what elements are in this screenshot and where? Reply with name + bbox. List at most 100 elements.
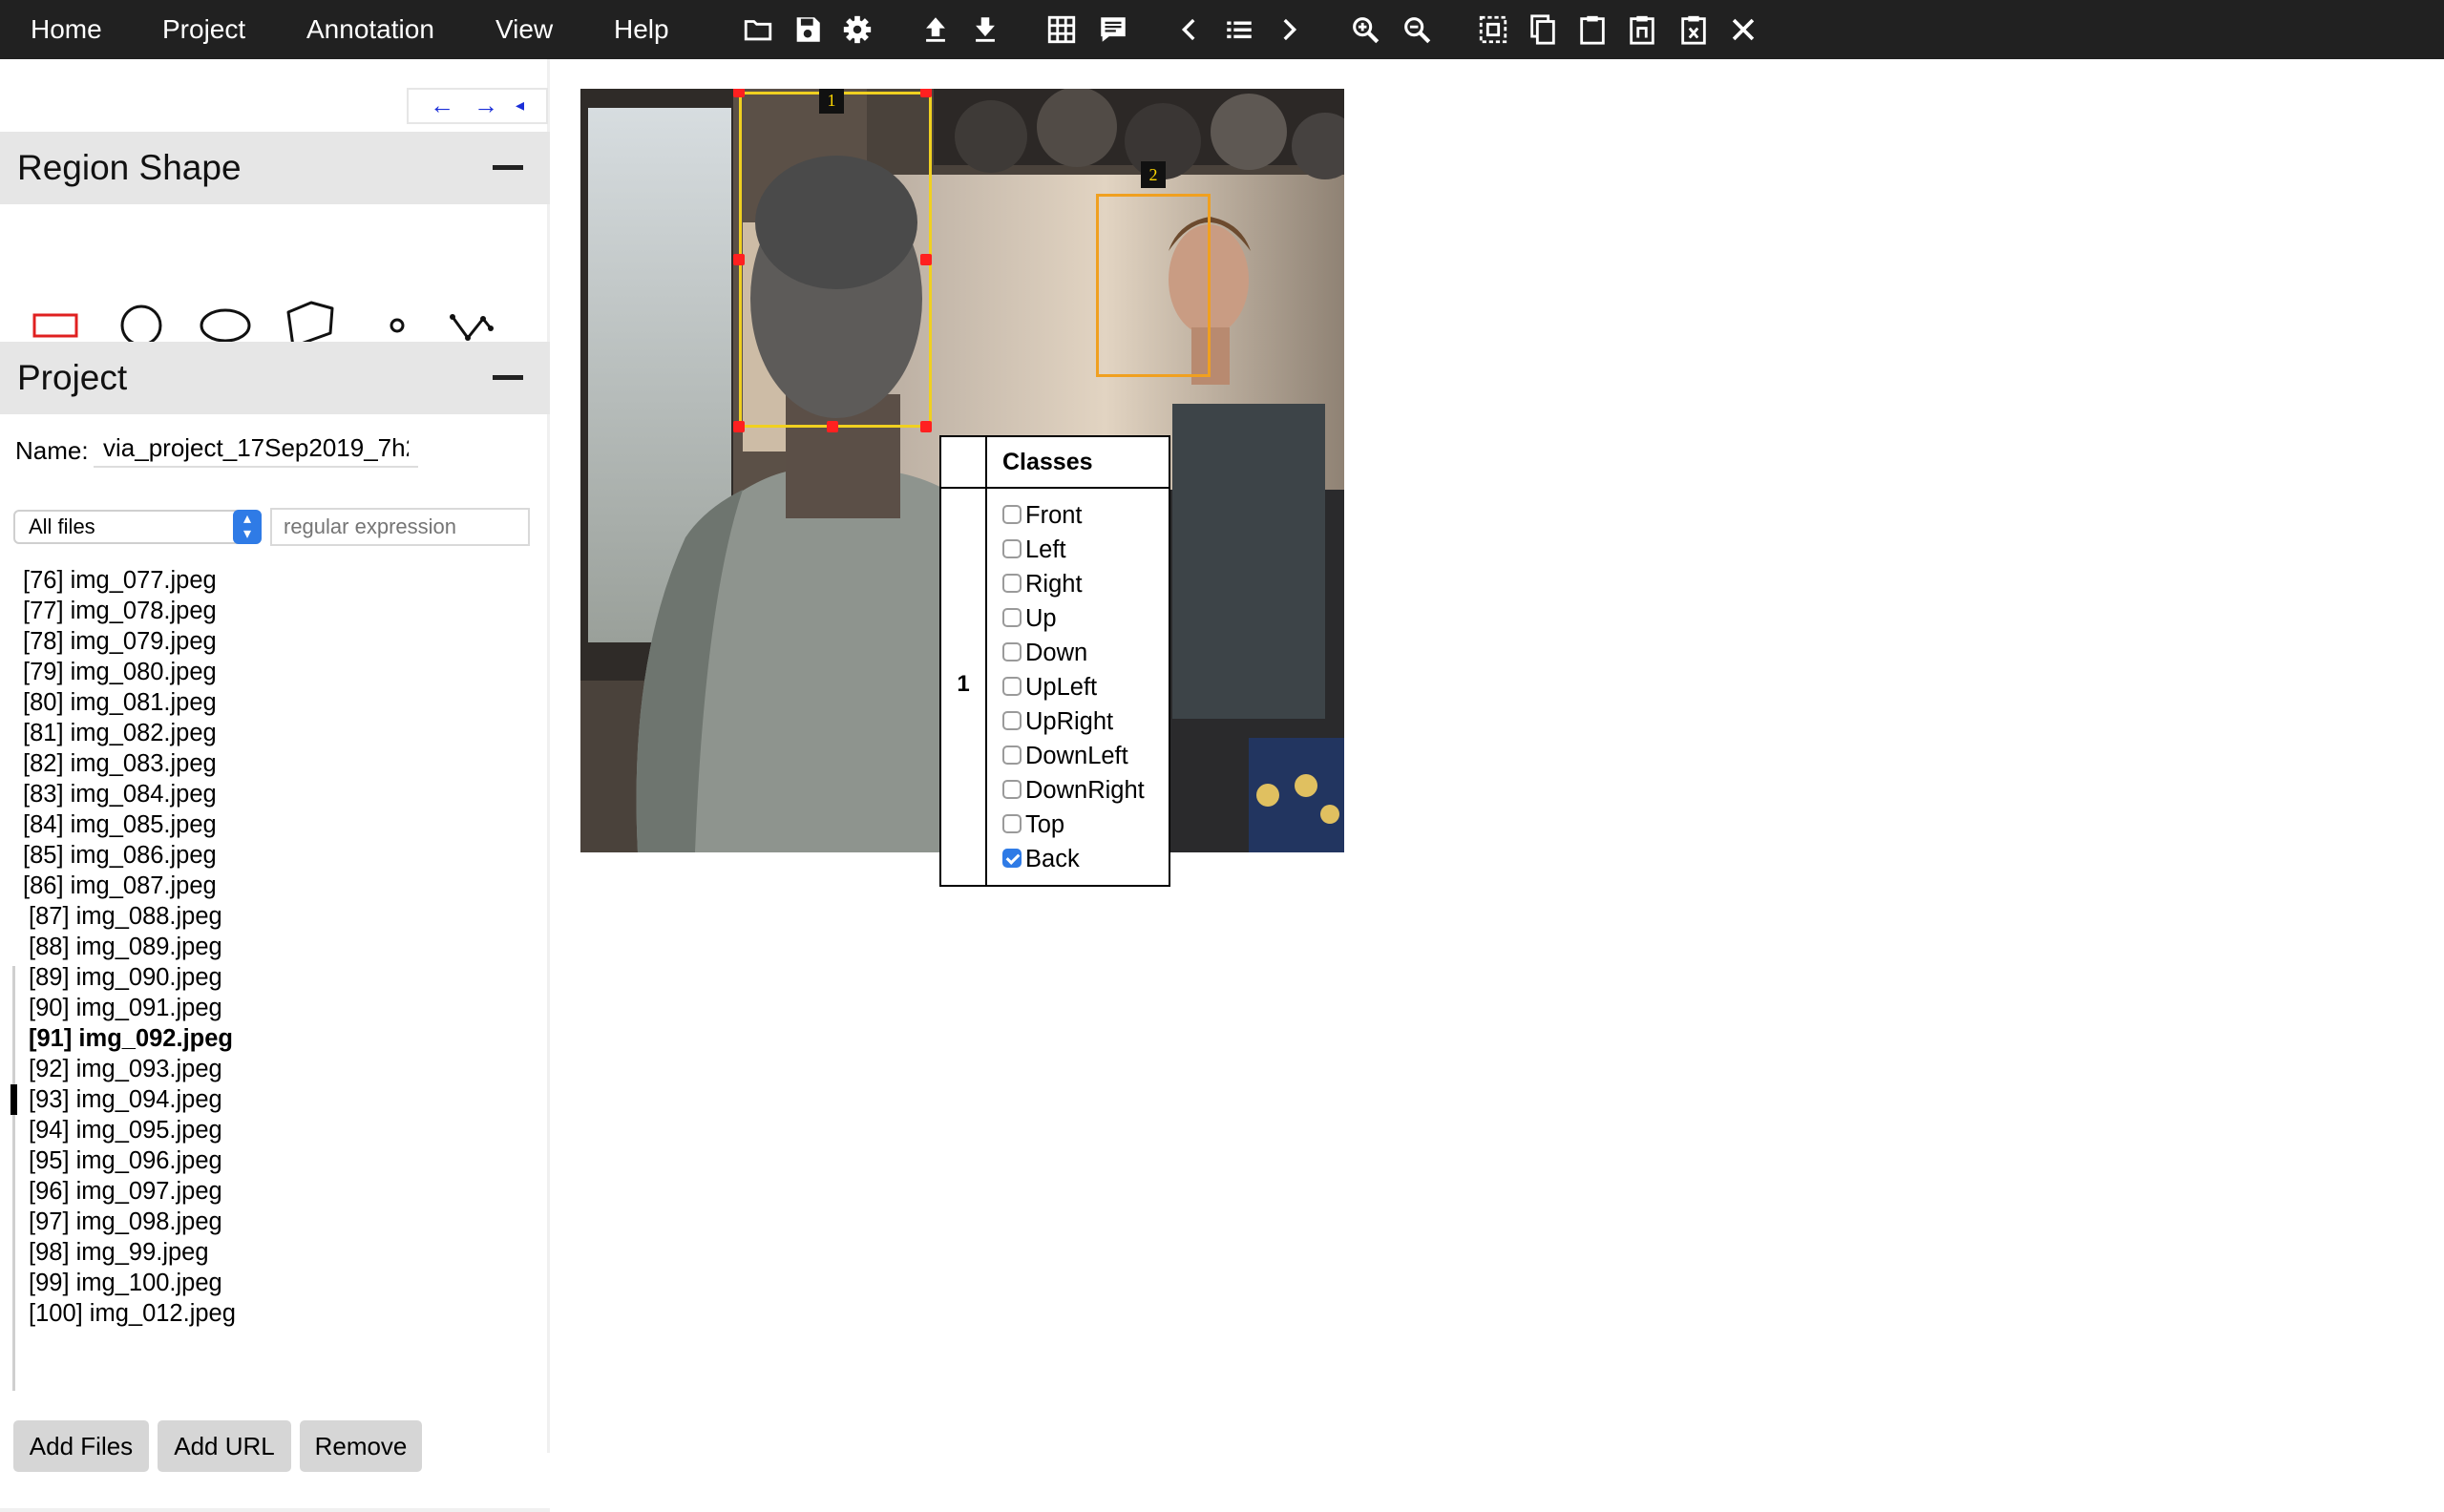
checkbox-icon[interactable] (1002, 746, 1022, 766)
checkbox-icon[interactable] (1002, 539, 1022, 559)
checkbox-icon[interactable] (1002, 574, 1022, 594)
class-option[interactable]: DownLeft (1002, 739, 1128, 773)
remove-button[interactable]: Remove (300, 1420, 422, 1472)
checkbox-icon[interactable] (1002, 677, 1022, 697)
class-option[interactable]: Front (1002, 498, 1083, 533)
file-list-item[interactable]: [99] img_100.jpeg (29, 1268, 222, 1298)
chevron-left-icon[interactable] (1172, 12, 1207, 47)
class-option-label: DownLeft (1025, 743, 1128, 769)
file-list-item[interactable]: [89] img_090.jpeg (29, 962, 222, 993)
zoom-in-icon[interactable] (1348, 12, 1382, 47)
menu-annotation[interactable]: Annotation (306, 0, 434, 59)
file-list-item[interactable]: [83] img_084.jpeg (23, 779, 217, 809)
menu-project[interactable]: Project (162, 0, 245, 59)
file-list-item[interactable]: [77] img_078.jpeg (23, 596, 217, 626)
regex-filter-input[interactable] (270, 508, 530, 546)
file-list-item[interactable]: [92] img_093.jpeg (29, 1054, 222, 1084)
file-list-item[interactable]: [76] img_077.jpeg (23, 565, 217, 596)
class-option[interactable]: Back (1002, 842, 1080, 876)
class-option[interactable]: Right (1002, 567, 1083, 601)
class-option-label: Up (1025, 605, 1057, 632)
close-icon[interactable] (1726, 12, 1760, 47)
left-sidebar: ← → ◂ Region Shape Project Name: All fil… (0, 59, 550, 1512)
comment-icon[interactable] (1096, 12, 1130, 47)
class-option-label: DownRight (1025, 777, 1145, 804)
download-icon[interactable] (968, 12, 1002, 47)
project-header[interactable]: Project (0, 342, 550, 414)
add-url-button[interactable]: Add URL (158, 1420, 291, 1472)
delete-region-icon[interactable] (1676, 12, 1711, 47)
paste-icon[interactable] (1575, 12, 1610, 47)
zoom-out-icon[interactable] (1400, 12, 1434, 47)
class-option-label: Top (1025, 811, 1065, 838)
grid-view-icon[interactable] (1044, 12, 1079, 47)
file-list-item[interactable]: [98] img_99.jpeg (29, 1237, 209, 1268)
add-files-button[interactable]: Add Files (13, 1420, 149, 1472)
file-list-item[interactable]: [94] img_095.jpeg (29, 1115, 222, 1145)
arrow-right-icon[interactable]: → (474, 90, 498, 122)
resize-handle[interactable] (733, 89, 745, 97)
file-list-item[interactable]: [79] img_080.jpeg (23, 657, 217, 687)
menu-help[interactable]: Help (614, 0, 669, 59)
active-file-marker (11, 1084, 17, 1115)
resize-handle[interactable] (733, 254, 745, 265)
chevron-right-icon[interactable] (1272, 12, 1306, 47)
file-list-item[interactable]: [87] img_088.jpeg (29, 901, 222, 932)
file-list-item[interactable]: [85] img_086.jpeg (23, 840, 217, 871)
file-list-item[interactable]: [80] img_081.jpeg (23, 687, 217, 718)
save-icon[interactable] (790, 12, 825, 47)
file-filter-select[interactable]: All files ▴ ▾ (13, 510, 262, 544)
collapse-minus-icon[interactable] (493, 165, 523, 170)
file-list-item[interactable]: [100] img_012.jpeg (29, 1298, 236, 1329)
list-icon[interactable] (1222, 12, 1256, 47)
region-box-1[interactable] (739, 92, 932, 428)
region-shape-header[interactable]: Region Shape (0, 132, 550, 204)
upload-icon[interactable] (918, 12, 953, 47)
file-list-item[interactable]: [95] img_096.jpeg (29, 1145, 222, 1176)
project-name-input[interactable] (94, 430, 418, 468)
class-option[interactable]: UpRight (1002, 704, 1113, 739)
checkbox-icon[interactable] (1002, 711, 1022, 731)
file-list-item[interactable]: [86] img_087.jpeg (23, 871, 217, 901)
file-list-item[interactable]: [84] img_085.jpeg (23, 809, 217, 840)
checkbox-icon[interactable] (1002, 814, 1022, 834)
region-box-2[interactable] (1096, 194, 1211, 377)
copy-icon[interactable] (1526, 12, 1560, 47)
file-list-item[interactable]: [93] img_094.jpeg (29, 1084, 222, 1115)
checkbox-icon[interactable] (1002, 505, 1022, 525)
resize-handle[interactable] (733, 421, 745, 432)
arrow-left-icon[interactable]: ← (430, 90, 454, 122)
file-list-item[interactable]: [97] img_098.jpeg (29, 1207, 222, 1237)
menu-home[interactable]: Home (31, 0, 102, 59)
resize-handle[interactable] (920, 89, 932, 97)
class-option[interactable]: Down (1002, 636, 1087, 670)
file-list-item[interactable]: [82] img_083.jpeg (23, 748, 217, 779)
settings-icon[interactable] (840, 12, 874, 47)
class-option[interactable]: UpLeft (1002, 670, 1097, 704)
checkbox-icon[interactable] (1002, 642, 1022, 662)
resize-handle[interactable] (920, 421, 932, 432)
checkbox-icon[interactable] (1002, 780, 1022, 800)
select-all-icon[interactable] (1476, 12, 1510, 47)
project-title: Project (17, 358, 128, 397)
resize-handle[interactable] (920, 254, 932, 265)
checkbox-icon[interactable] (1002, 608, 1022, 628)
collapse-panel-icon[interactable]: ◂ (516, 90, 524, 122)
class-option[interactable]: Top (1002, 808, 1064, 842)
resize-handle[interactable] (827, 421, 838, 432)
file-list-item[interactable]: [81] img_082.jpeg (23, 718, 217, 748)
classes-header: Classes (1002, 449, 1093, 475)
file-list-item[interactable]: [90] img_091.jpeg (29, 993, 222, 1023)
paste-n-icon[interactable] (1625, 12, 1659, 47)
checkbox-checked-icon[interactable] (1002, 849, 1022, 869)
file-list-item[interactable]: [88] img_089.jpeg (29, 932, 222, 962)
file-list-item[interactable]: [78] img_079.jpeg (23, 626, 217, 657)
class-option[interactable]: Left (1002, 533, 1066, 567)
collapse-minus-icon[interactable] (493, 375, 523, 380)
folder-open-icon[interactable] (741, 12, 775, 47)
menu-view[interactable]: View (495, 0, 553, 59)
class-option[interactable]: Up (1002, 601, 1057, 636)
file-list-item[interactable]: [91] img_092.jpeg (29, 1023, 233, 1054)
file-list-item[interactable]: [96] img_097.jpeg (29, 1176, 222, 1207)
class-option[interactable]: DownRight (1002, 773, 1145, 808)
